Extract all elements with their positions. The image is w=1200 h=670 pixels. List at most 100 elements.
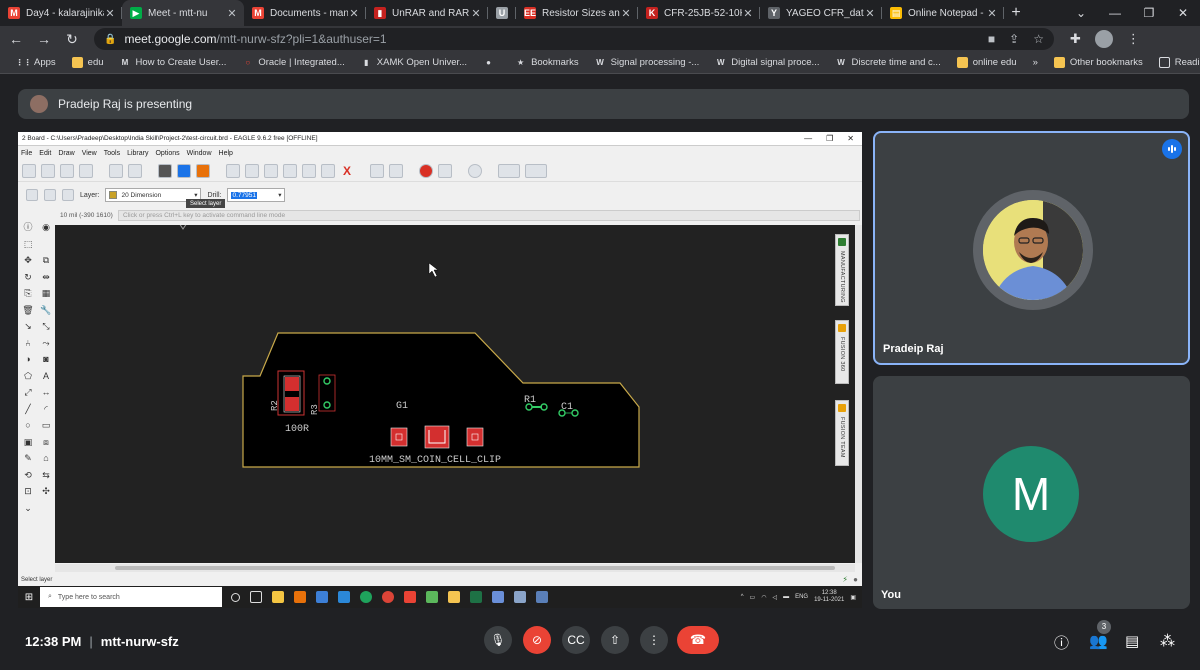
new-tab-icon[interactable]: + [1004, 0, 1028, 26]
vertical-scrollbar[interactable] [855, 225, 862, 563]
restore-button[interactable]: ❐ [1132, 0, 1166, 26]
tag-icon[interactable]: ⌂ [40, 453, 52, 464]
undo-icon[interactable] [370, 163, 384, 178]
tab-close-icon[interactable]: ✕ [620, 7, 632, 20]
menu-item-file[interactable]: File [21, 150, 32, 157]
camera-off-button[interactable]: ⊘ [523, 626, 551, 654]
circle-icon[interactable]: ○ [22, 420, 34, 431]
hole-icon[interactable]: ◙ [40, 354, 52, 365]
ratsnest-icon[interactable]: ✣ [40, 486, 52, 497]
cancel-x-icon[interactable]: X [340, 164, 354, 178]
more-options-button[interactable]: ⋮ [640, 626, 668, 654]
move-icon[interactable]: ✥ [22, 255, 34, 266]
attribute-icon[interactable]: ✎ [22, 453, 34, 464]
bookmark-item[interactable]: ★ Bookmarks [515, 57, 579, 68]
presenter-tile[interactable]: Pradeip Raj [873, 131, 1190, 365]
bookmark-item[interactable]: ⋮⋮ Apps [16, 57, 56, 68]
bookmark-item[interactable]: ▮ XAMK Open Univer... [361, 57, 467, 68]
eagle-restore-icon[interactable]: ❐ [826, 134, 833, 143]
filter-icon[interactable] [62, 189, 74, 201]
bookmark-item[interactable]: M How to Create User... [120, 57, 227, 68]
bookmark-item[interactable]: W Signal processing -... [595, 57, 699, 68]
bookmarks-overflow[interactable]: » [1033, 57, 1038, 68]
drc-icon[interactable]: ▣ [22, 437, 34, 448]
extensions-icon[interactable]: ✚ [1070, 31, 1081, 47]
cortana-icon[interactable] [231, 592, 240, 602]
share-icon[interactable]: ⇪ [1009, 32, 1019, 46]
rect-icon[interactable]: ▭ [40, 420, 52, 431]
dimension-icon[interactable]: ⤢ [22, 387, 34, 398]
zoom-select-icon[interactable] [283, 163, 297, 178]
tab-manufacturing[interactable]: MANUFACTURING [835, 234, 849, 306]
lock-icon[interactable]: ⊡ [22, 486, 34, 497]
browser-tab[interactable]: Y YAGEO CFR_datas✕ [760, 0, 882, 26]
meeting-details-icon[interactable]: ⓘ [1054, 632, 1069, 653]
activities-icon[interactable]: ⁂ [1160, 632, 1175, 650]
optimize-icon[interactable]: ⤳ [40, 338, 52, 349]
self-tile[interactable]: M You [873, 376, 1190, 609]
taskbar-search[interactable]: ⌕ Type here to search [40, 587, 222, 607]
sticky-notes-icon[interactable] [448, 591, 460, 603]
bookmark-item[interactable]: W Digital signal proce... [715, 57, 819, 68]
save-icon[interactable] [60, 163, 74, 178]
reading-list[interactable]: Reading list [1158, 57, 1200, 68]
wifi-icon[interactable]: ◠ [761, 594, 766, 601]
bookmark-item[interactable]: online edu [956, 57, 1017, 68]
notification-icon[interactable]: ▣ [850, 594, 856, 601]
arc-icon[interactable]: ◜ [40, 404, 52, 415]
browser-tab[interactable]: K CFR-25JB-52-10K ✕ [638, 0, 760, 26]
bookmark-item[interactable]: ● [483, 57, 499, 68]
drill-select[interactable]: 0.77951 ▾ [227, 188, 286, 202]
zoom-in-icon[interactable] [245, 163, 259, 178]
eagle-taskbar-icon[interactable] [294, 591, 306, 603]
tab-close-icon[interactable]: ✕ [348, 7, 360, 20]
tab-close-icon[interactable]: ✕ [226, 7, 238, 20]
open-file-icon[interactable] [41, 163, 55, 178]
tab-fusion-360[interactable]: FUSION 360 [835, 320, 849, 384]
menu-item-options[interactable]: Options [155, 150, 179, 157]
group-icon[interactable]: ▦ [40, 288, 52, 299]
file-explorer-icon[interactable] [272, 591, 284, 603]
measure-icon[interactable]: ↔ [40, 387, 52, 398]
edge-icon[interactable] [360, 591, 372, 603]
browser-tab[interactable]: ▶ Meet - mtt-nu ✕ [122, 0, 244, 26]
ripup-icon[interactable]: ⤡ [40, 321, 52, 332]
profile-avatar[interactable] [1094, 30, 1113, 48]
network-icon[interactable]: ▭ [750, 594, 756, 601]
bookmark-star-icon[interactable]: ☆ [1033, 32, 1044, 46]
info-icon[interactable]: ⓘ [22, 222, 34, 233]
via-icon[interactable]: ◑ [22, 354, 34, 365]
menu-item-library[interactable]: Library [127, 150, 148, 157]
more-tools-icon[interactable]: ⌄ [22, 503, 34, 514]
redo-icon[interactable] [389, 163, 403, 178]
tab-close-icon[interactable]: ✕ [864, 7, 876, 20]
swap-icon[interactable]: ⇆ [40, 470, 52, 481]
eagle-close-icon[interactable]: ✕ [847, 134, 854, 143]
camera-icon[interactable]: ■ [988, 32, 995, 46]
browser-tab[interactable]: EE Resistor Sizes and ✕ [516, 0, 638, 26]
address-bar[interactable]: 🔒 meet.google.com/mtt-nurw-sfz?pli=1&aut… [94, 28, 1054, 50]
forward-icon[interactable]: → [32, 27, 56, 51]
erc-icon[interactable]: ⧈ [40, 437, 52, 448]
route-icon[interactable]: ↘ [22, 321, 34, 332]
menu-item-window[interactable]: Window [187, 150, 212, 157]
menu-item-draw[interactable]: Draw [58, 150, 74, 157]
tab-close-icon[interactable]: ✕ [986, 7, 998, 20]
leave-call-button[interactable]: ☎ [677, 626, 719, 654]
app-tools-icon[interactable] [514, 591, 526, 603]
fusion-sync-icon[interactable] [196, 163, 210, 178]
delete-icon[interactable]: 🗑 [22, 305, 34, 316]
bookmark-item[interactable]: W Discrete time and c... [835, 57, 941, 68]
tab-close-icon[interactable]: ✕ [470, 7, 482, 20]
ecad-icon[interactable] [525, 163, 547, 178]
fusion-link-icon[interactable] [498, 163, 520, 178]
select-icon[interactable]: ⬚ [22, 239, 34, 250]
scrollbar-thumb[interactable] [115, 566, 835, 570]
cam-icon[interactable] [109, 163, 123, 178]
paste-icon[interactable]: ⎘ [22, 288, 34, 299]
tab-fusion-team[interactable]: FUSION TEAM [835, 400, 849, 466]
horizontal-scrollbar[interactable] [55, 564, 855, 572]
bookmark-item[interactable]: edu [71, 57, 104, 68]
tab-close-icon[interactable]: ✕ [104, 7, 116, 20]
battery-icon[interactable]: ▬ [783, 594, 789, 600]
